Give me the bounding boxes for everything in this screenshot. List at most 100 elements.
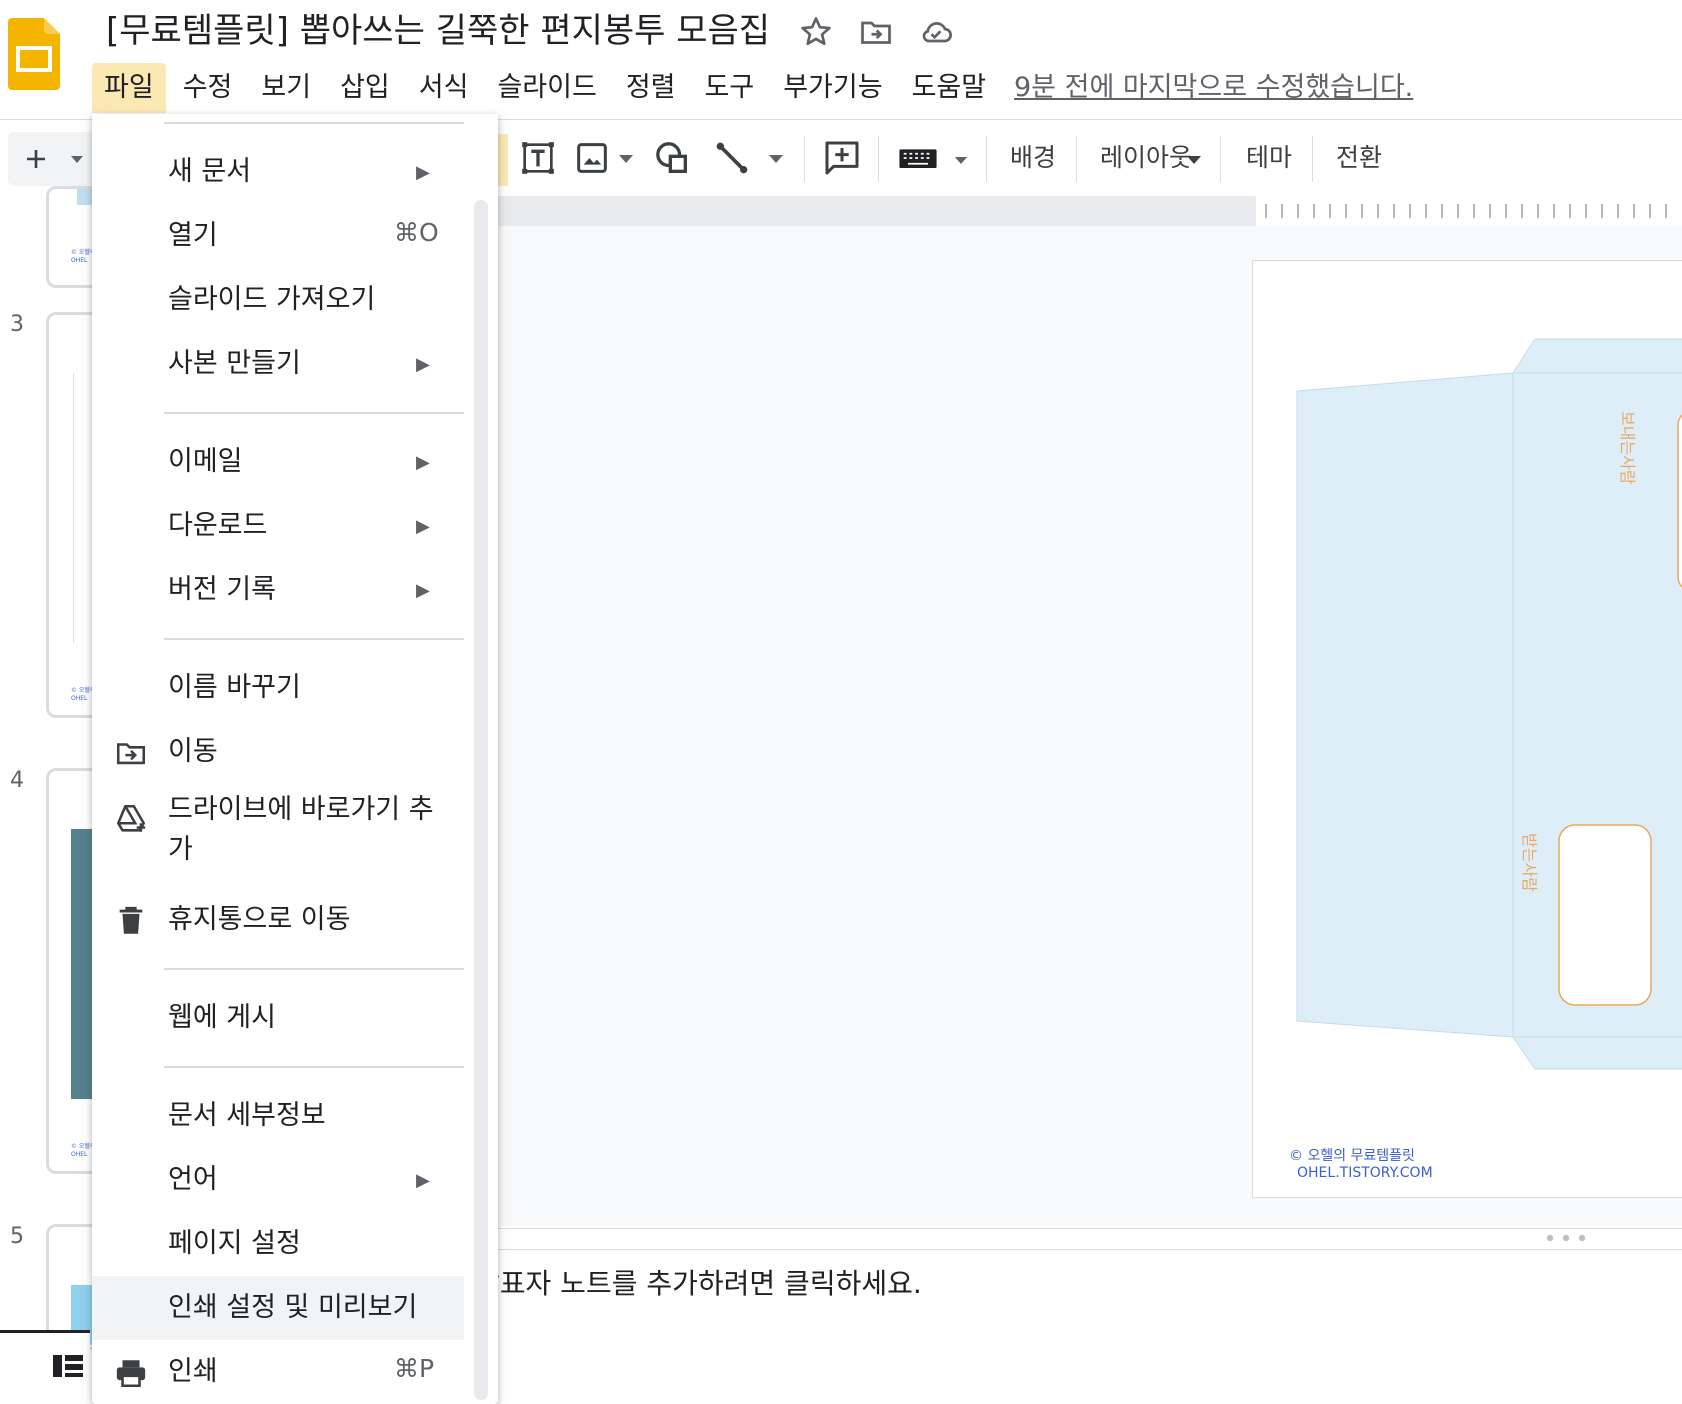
submenu-arrow-icon: ▶ [416, 452, 430, 473]
menu-shortcut: ⌘O [394, 218, 439, 247]
line-dropdown-icon[interactable] [768, 154, 784, 164]
menu-separator [164, 1066, 464, 1068]
menu-item-print-preview[interactable]: 인쇄 설정 및 미리보기 [92, 1276, 464, 1340]
menu-addons[interactable]: 부가기능 [771, 63, 894, 113]
slide-number: 5 [10, 1224, 24, 1249]
menu-item-label: 휴지통으로 이동 [168, 904, 351, 935]
credit-text: © 오헬의 무료템플릿 [1289, 1148, 1415, 1164]
menu-item-document-details[interactable]: 문서 세부정보 [92, 1084, 464, 1148]
envelope-template-graphic [1296, 338, 1682, 1070]
menu-help[interactable]: 도움말 [900, 63, 999, 113]
menu-edit[interactable]: 수정 [171, 63, 245, 113]
toolbar-separator [1312, 136, 1313, 182]
menu-separator [164, 638, 464, 640]
menu-item-version-history[interactable]: 버전 기록 ▶ [92, 558, 464, 622]
menu-slide[interactable]: 슬라이드 [485, 63, 608, 113]
menu-item-label: 웹에 게시 [168, 1002, 276, 1033]
theme-button[interactable]: 테마 [1246, 138, 1292, 178]
toolbar-separator [1076, 136, 1077, 182]
menu-arrange[interactable]: 정렬 [614, 63, 688, 113]
background-button[interactable]: 배경 [1010, 138, 1056, 178]
thumb-envelope-preview [73, 373, 74, 643]
menu-shortcut: ⌘P [394, 1354, 435, 1383]
menu-item-label: 페이지 설정 [168, 1228, 301, 1259]
menu-item-label: 이메일 [168, 446, 243, 477]
menu-format[interactable]: 서식 [407, 63, 481, 113]
menu-item-import-slides[interactable]: 슬라이드 가져오기 [92, 268, 464, 332]
drag-handle-icon[interactable] [1544, 1233, 1588, 1243]
star-icon[interactable] [798, 14, 834, 50]
shape-icon[interactable] [652, 138, 692, 178]
menu-item-move-to-trash[interactable]: 휴지통으로 이동 [92, 888, 464, 952]
receiver-label: 받는사람 [1520, 833, 1539, 892]
submenu-arrow-icon: ▶ [416, 516, 430, 537]
slide-number: 4 [10, 768, 24, 793]
menu-tools[interactable]: 도구 [693, 63, 767, 113]
menu-item-new-document[interactable]: 새 문서 ▶ [92, 140, 464, 204]
thumb-credit: OHEL [71, 257, 88, 264]
toolbar-separator [1220, 136, 1221, 182]
slides-logo-icon[interactable] [8, 18, 60, 90]
menu-item-label: 문서 세부정보 [168, 1100, 326, 1131]
drive-shortcut-icon [116, 804, 146, 832]
trash-icon [119, 906, 143, 934]
menu-item-add-drive-shortcut[interactable]: 드라이브에 바로가기 추가 [92, 784, 464, 888]
input-tools-dropdown-icon[interactable] [954, 156, 968, 165]
menu-scrollbar[interactable] [474, 200, 488, 1400]
menu-item-download[interactable]: 다운로드 ▶ [92, 494, 464, 558]
chevron-down-icon[interactable] [70, 154, 84, 164]
menu-item-label: 인쇄 설정 및 미리보기 [168, 1292, 418, 1323]
layout-button[interactable]: 레이아웃 [1100, 138, 1192, 178]
keyboard-icon[interactable] [898, 138, 938, 178]
speaker-notes-placeholder[interactable]: 발표자 노트를 추가하려면 클릭하세요. [490, 1262, 970, 1302]
last-edit-link[interactable]: 9분 전에 마지막으로 수정했습니다. [1014, 66, 1413, 110]
menu-item-open[interactable]: 열기 ⌘O [92, 204, 464, 268]
filmstrip-view-icon[interactable] [52, 1353, 84, 1379]
menu-item-move[interactable]: 이동 [92, 720, 464, 784]
menu-separator [164, 412, 464, 414]
submenu-arrow-icon: ▶ [416, 162, 430, 183]
menu-item-label: 슬라이드 가져오기 [168, 284, 376, 315]
menu-separator [164, 968, 464, 970]
menu-insert[interactable]: 삽입 [328, 63, 402, 113]
menu-item-email[interactable]: 이메일 ▶ [92, 430, 464, 494]
layout-dropdown-icon[interactable] [1186, 155, 1202, 165]
slide-main[interactable]: 보내는사람 받는사람 © 오헬의 무료템플릿 OHEL.TISTORY.COM [1252, 260, 1682, 1198]
slide-number: 3 [10, 312, 24, 337]
move-folder-icon [116, 743, 146, 765]
menu-item-rename[interactable]: 이름 바꾸기 [92, 656, 464, 720]
document-title[interactable]: [무료템플릿] 뽑아쓰는 길쭉한 편지봉투 모음집 [106, 8, 770, 54]
plus-icon [27, 150, 45, 168]
menu-item-page-setup[interactable]: 페이지 설정 [92, 1212, 464, 1276]
credit-url: OHEL.TISTORY.COM [1297, 1165, 1433, 1181]
transition-button[interactable]: 전환 [1336, 138, 1382, 178]
notes-resize-handle[interactable] [470, 1228, 1682, 1250]
cloud-saved-icon[interactable] [918, 14, 954, 50]
menu-item-print[interactable]: 인쇄 ⌘P [92, 1340, 464, 1394]
image-icon[interactable] [572, 138, 612, 178]
line-icon[interactable] [712, 138, 752, 178]
menu-view[interactable]: 보기 [249, 63, 323, 113]
menu-item-publish-to-web[interactable]: 웹에 게시 [92, 986, 464, 1050]
menu-item-label: 언어 [168, 1164, 218, 1195]
image-dropdown-icon[interactable] [618, 154, 634, 164]
menu-item-label: 이름 바꾸기 [168, 672, 301, 703]
menu-item-label: 드라이브에 바로가기 추가 [168, 794, 434, 865]
toolbar-separator [878, 136, 879, 182]
menu-item-label: 새 문서 [168, 156, 252, 187]
toolbar-separator [804, 136, 805, 182]
move-folder-icon[interactable] [858, 14, 894, 50]
filmstrip-footer [0, 1330, 90, 1397]
menu-item-language[interactable]: 언어 ▶ [92, 1148, 464, 1212]
menu-item-label: 사본 만들기 [168, 348, 301, 379]
menu-item-make-copy[interactable]: 사본 만들기 ▶ [92, 332, 464, 396]
new-slide-button[interactable] [8, 132, 94, 186]
horizontal-ruler[interactable] [1256, 196, 1682, 226]
add-comment-icon[interactable] [822, 138, 862, 178]
menu-file[interactable]: 파일 [92, 63, 166, 113]
print-icon [116, 1360, 146, 1388]
menu-item-label: 열기 [168, 220, 218, 251]
submenu-arrow-icon: ▶ [416, 354, 430, 375]
menu-item-label: 버전 기록 [168, 574, 276, 605]
text-box-icon[interactable] [518, 138, 558, 178]
